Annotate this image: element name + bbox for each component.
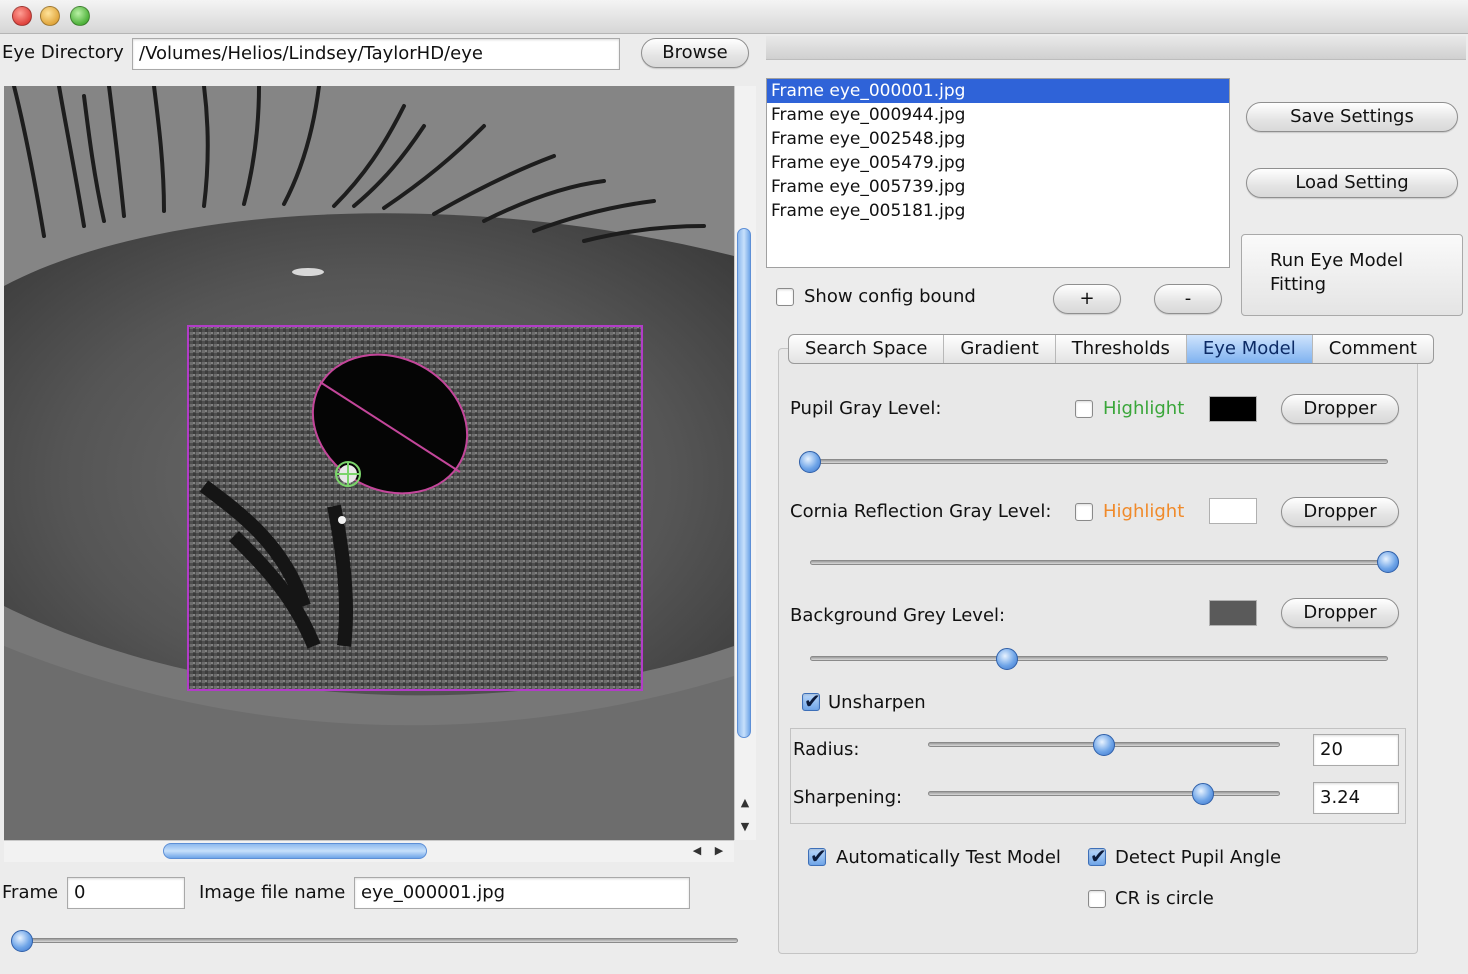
cornea-slider-knob[interactable] bbox=[1377, 551, 1399, 573]
frame-list-item[interactable]: Frame eye_005181.jpg bbox=[767, 199, 1229, 223]
frame-slider-knob[interactable] bbox=[11, 930, 33, 952]
unsharpen-checkbox[interactable] bbox=[802, 689, 821, 713]
scroll-down-icon[interactable]: ▼ bbox=[738, 820, 752, 833]
save-settings-button[interactable]: Save Settings bbox=[1246, 102, 1458, 132]
pupil-highlight-label: Highlight bbox=[1103, 398, 1185, 419]
cornea-reflection-gray-level-label: Cornia Reflection Gray Level: bbox=[790, 501, 1052, 522]
frame-list[interactable]: Frame eye_000001.jpg Frame eye_000944.jpg… bbox=[766, 78, 1230, 268]
frame-input[interactable]: 0 bbox=[67, 877, 185, 909]
tab-comment[interactable]: Comment bbox=[1313, 335, 1433, 363]
tab-thresholds[interactable]: Thresholds bbox=[1056, 335, 1187, 363]
cornea-dropper-button[interactable]: Dropper bbox=[1281, 497, 1399, 527]
background-slider-track[interactable] bbox=[810, 656, 1388, 661]
tab-bar: Search Space Gradient Thresholds Eye Model C… bbox=[788, 334, 1434, 364]
scroll-up-icon[interactable]: ▲ bbox=[738, 796, 752, 809]
frame-list-item[interactable]: Frame eye_000944.jpg bbox=[767, 103, 1229, 127]
browse-button[interactable]: Browse bbox=[641, 38, 749, 68]
horizontal-scroll-thumb[interactable] bbox=[163, 843, 427, 859]
zoom-window-icon[interactable] bbox=[70, 6, 90, 26]
title-bar bbox=[0, 0, 1468, 34]
automatically-test-model-label: Automatically Test Model bbox=[836, 847, 1061, 868]
tab-search-space[interactable]: Search Space bbox=[789, 335, 945, 363]
image-file-name-label: Image file name bbox=[199, 882, 346, 903]
unsharpen-label: Unsharpen bbox=[828, 692, 926, 713]
run-eye-model-fitting-label: Run Eye Model Fitting bbox=[1270, 250, 1404, 295]
pupil-slider-track[interactable] bbox=[810, 459, 1388, 464]
eye-directory-input[interactable]: /Volumes/Helios/Lindsey/TaylorHD/eye bbox=[132, 38, 620, 70]
cornea-highlight-checkbox[interactable] bbox=[1075, 503, 1093, 521]
sharpening-slider-track[interactable] bbox=[928, 791, 1280, 796]
background-grey-level-label: Background Grey Level: bbox=[790, 605, 1006, 626]
background-slider-knob[interactable] bbox=[995, 648, 1018, 670]
detect-pupil-angle-checkbox[interactable] bbox=[1088, 844, 1107, 868]
cornea-highlight-label: Highlight bbox=[1103, 501, 1185, 522]
background-color-swatch bbox=[1209, 600, 1257, 626]
pupil-gray-level-label: Pupil Gray Level: bbox=[790, 398, 942, 419]
close-window-icon[interactable] bbox=[12, 6, 32, 26]
run-eye-model-fitting-button[interactable]: Run Eye Model Fitting bbox=[1241, 234, 1463, 316]
sharpening-input[interactable]: 3.24 bbox=[1313, 782, 1399, 814]
frame-list-item[interactable]: Frame eye_002548.jpg bbox=[767, 127, 1229, 151]
toolbar-strip bbox=[766, 36, 1466, 60]
scroll-left-icon[interactable]: ◀ bbox=[690, 844, 704, 857]
pupil-highlight-checkbox[interactable] bbox=[1075, 400, 1093, 418]
image-file-name-input[interactable]: eye_000001.jpg bbox=[354, 877, 690, 909]
automatically-test-model-checkbox[interactable] bbox=[808, 844, 827, 868]
sharpening-slider-knob[interactable] bbox=[1191, 783, 1214, 805]
eye-directory-label: Eye Directory bbox=[2, 42, 124, 63]
cornea-slider-track[interactable] bbox=[810, 560, 1388, 565]
sharpening-label: Sharpening: bbox=[793, 787, 903, 808]
background-dropper-button[interactable]: Dropper bbox=[1281, 598, 1399, 628]
pupil-slider-knob[interactable] bbox=[799, 451, 821, 473]
remove-frame-button[interactable]: - bbox=[1154, 284, 1222, 314]
frame-slider-track[interactable] bbox=[14, 938, 738, 943]
scroll-right-icon[interactable]: ▶ bbox=[712, 844, 726, 857]
cr-is-circle-label: CR is circle bbox=[1115, 888, 1214, 909]
show-config-bound-checkbox[interactable] bbox=[776, 288, 794, 306]
frame-list-item[interactable]: Frame eye_005479.jpg bbox=[767, 151, 1229, 175]
radius-input[interactable]: 20 bbox=[1313, 734, 1399, 766]
frame-list-item[interactable]: Frame eye_005739.jpg bbox=[767, 175, 1229, 199]
vertical-scroll-thumb[interactable] bbox=[737, 228, 751, 738]
show-config-bound-label: Show config bound bbox=[804, 286, 976, 307]
tab-eye-model[interactable]: Eye Model bbox=[1186, 335, 1313, 363]
minimize-window-icon[interactable] bbox=[40, 6, 60, 26]
cornea-color-swatch bbox=[1209, 498, 1257, 524]
add-frame-button[interactable]: + bbox=[1053, 284, 1121, 314]
frame-list-item[interactable]: Frame eye_000001.jpg bbox=[767, 79, 1229, 103]
eye-image bbox=[4, 86, 734, 840]
detect-pupil-angle-label: Detect Pupil Angle bbox=[1115, 847, 1282, 868]
eye-image-viewer[interactable] bbox=[4, 86, 734, 840]
pupil-color-swatch bbox=[1209, 396, 1257, 422]
pupil-dropper-button[interactable]: Dropper bbox=[1281, 394, 1399, 424]
cr-is-circle-checkbox[interactable] bbox=[1088, 890, 1106, 908]
load-setting-button[interactable]: Load Setting bbox=[1246, 168, 1458, 198]
frame-label: Frame bbox=[2, 882, 59, 903]
tab-gradient[interactable]: Gradient bbox=[944, 335, 1056, 363]
radius-label: Radius: bbox=[793, 739, 860, 760]
radius-slider-knob[interactable] bbox=[1093, 734, 1115, 756]
